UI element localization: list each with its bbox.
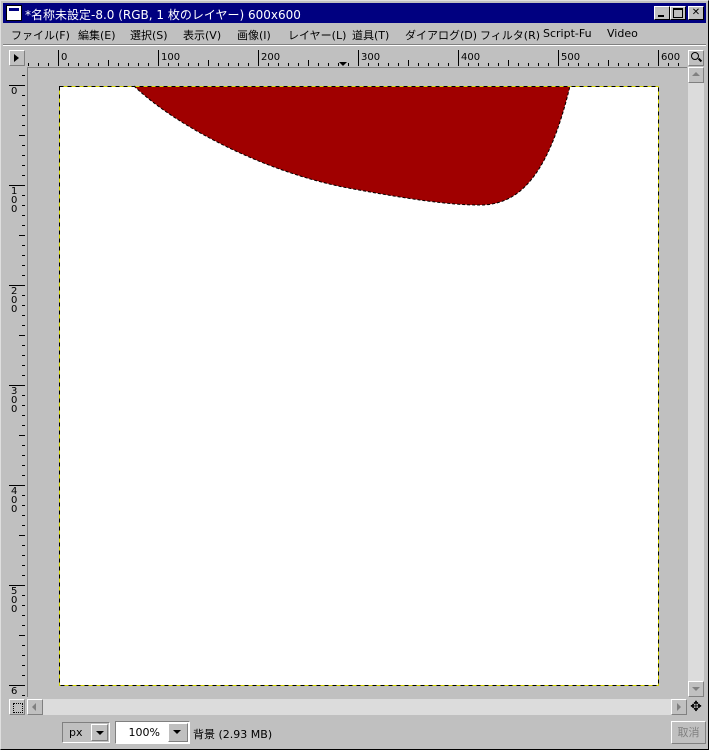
scroll-down-icon[interactable] — [688, 681, 704, 697]
vertical-ruler[interactable]: 01002003004005006 — [9, 67, 25, 697]
chevron-down-icon[interactable] — [91, 724, 108, 741]
quick-mask-icon[interactable] — [9, 699, 25, 715]
vertical-scrollbar[interactable] — [688, 67, 704, 697]
menu-separator — [3, 44, 706, 46]
canvas-area[interactable] — [27, 67, 687, 697]
horizontal-ruler[interactable]: 0 100 200 300 400 500 600 — [27, 50, 687, 66]
minimize-icon[interactable] — [654, 6, 670, 20]
ruler-label: 500 — [561, 52, 580, 63]
image-window: *名称未設定-8.0 (RGB, 1 枚のレイヤー) 600x600 ✕ ファイ… — [0, 0, 709, 750]
scroll-left-icon[interactable] — [27, 699, 43, 715]
ruler-label: 6 — [11, 686, 17, 697]
cancel-button[interactable]: 取消 — [671, 721, 706, 744]
image-canvas[interactable] — [28, 68, 687, 697]
chevron-down-icon[interactable] — [168, 723, 188, 742]
navigate-cross-icon[interactable]: ✥ — [688, 699, 704, 715]
menu-file[interactable]: ファイル(F) — [11, 27, 70, 43]
ruler-label: 200 — [261, 52, 280, 63]
vertical-ruler-ticks: 01002003004005006 — [9, 75, 25, 697]
ruler-label: 0 — [11, 504, 17, 515]
unit-value: px — [69, 726, 83, 739]
scroll-up-icon[interactable] — [688, 67, 704, 83]
menu-video[interactable]: Video — [607, 27, 638, 40]
close-icon[interactable]: ✕ — [688, 6, 704, 20]
scroll-right-icon[interactable] — [671, 699, 687, 715]
unit-selector[interactable]: px — [62, 722, 110, 743]
maximize-icon[interactable] — [670, 6, 686, 20]
zoom-magnifier-icon[interactable] — [688, 50, 704, 66]
window-title: *名称未設定-8.0 (RGB, 1 枚のレイヤー) 600x600 — [25, 8, 301, 22]
gimp-image-icon[interactable] — [6, 5, 22, 21]
ruler-menu-arrow-icon[interactable] — [9, 50, 25, 66]
menu-view[interactable]: 表示(V) — [183, 27, 221, 43]
menu-edit[interactable]: 編集(E) — [78, 27, 116, 43]
ruler-label: 400 — [461, 52, 480, 63]
menu-tools[interactable]: 道具(T) — [352, 27, 389, 43]
menu-image[interactable]: 画像(I) — [237, 27, 271, 43]
menu-filters[interactable]: フィルタ(R) — [480, 27, 540, 43]
ruler-label: 100 — [161, 52, 180, 63]
status-bar: px 100% 背景 (2.93 MB) 取消 — [3, 717, 706, 747]
zoom-value: 100% — [128, 726, 160, 739]
menu-layer[interactable]: レイヤー(L) — [288, 27, 346, 43]
ruler-label: 0 — [61, 52, 67, 63]
ruler-label: 600 — [661, 52, 680, 63]
layer-status: 背景 (2.93 MB) — [193, 728, 273, 741]
zoom-selector[interactable]: 100% — [115, 721, 190, 744]
menu-select[interactable]: 選択(S) — [130, 27, 168, 43]
ruler-label: 0 — [11, 304, 17, 315]
horizontal-scrollbar[interactable] — [27, 699, 687, 715]
horizontal-ruler-ticks: 0 100 200 300 400 500 600 — [28, 50, 680, 66]
ruler-label: 0 — [11, 604, 17, 615]
title-bar[interactable]: *名称未設定-8.0 (RGB, 1 枚のレイヤー) 600x600 ✕ — [3, 3, 706, 23]
ruler-pointer-marker — [339, 62, 347, 66]
ruler-label: 0 — [11, 404, 17, 415]
menu-script-fu[interactable]: Script-Fu — [543, 27, 592, 40]
ruler-label: 0 — [11, 86, 17, 97]
ruler-label: 300 — [361, 52, 380, 63]
ruler-label: 0 — [11, 204, 17, 215]
menu-bar: ファイル(F) 編集(E) 選択(S) 表示(V) 画像(I) レイヤー(L) … — [3, 24, 706, 44]
menu-dialogs[interactable]: ダイアログ(D) — [405, 27, 477, 43]
